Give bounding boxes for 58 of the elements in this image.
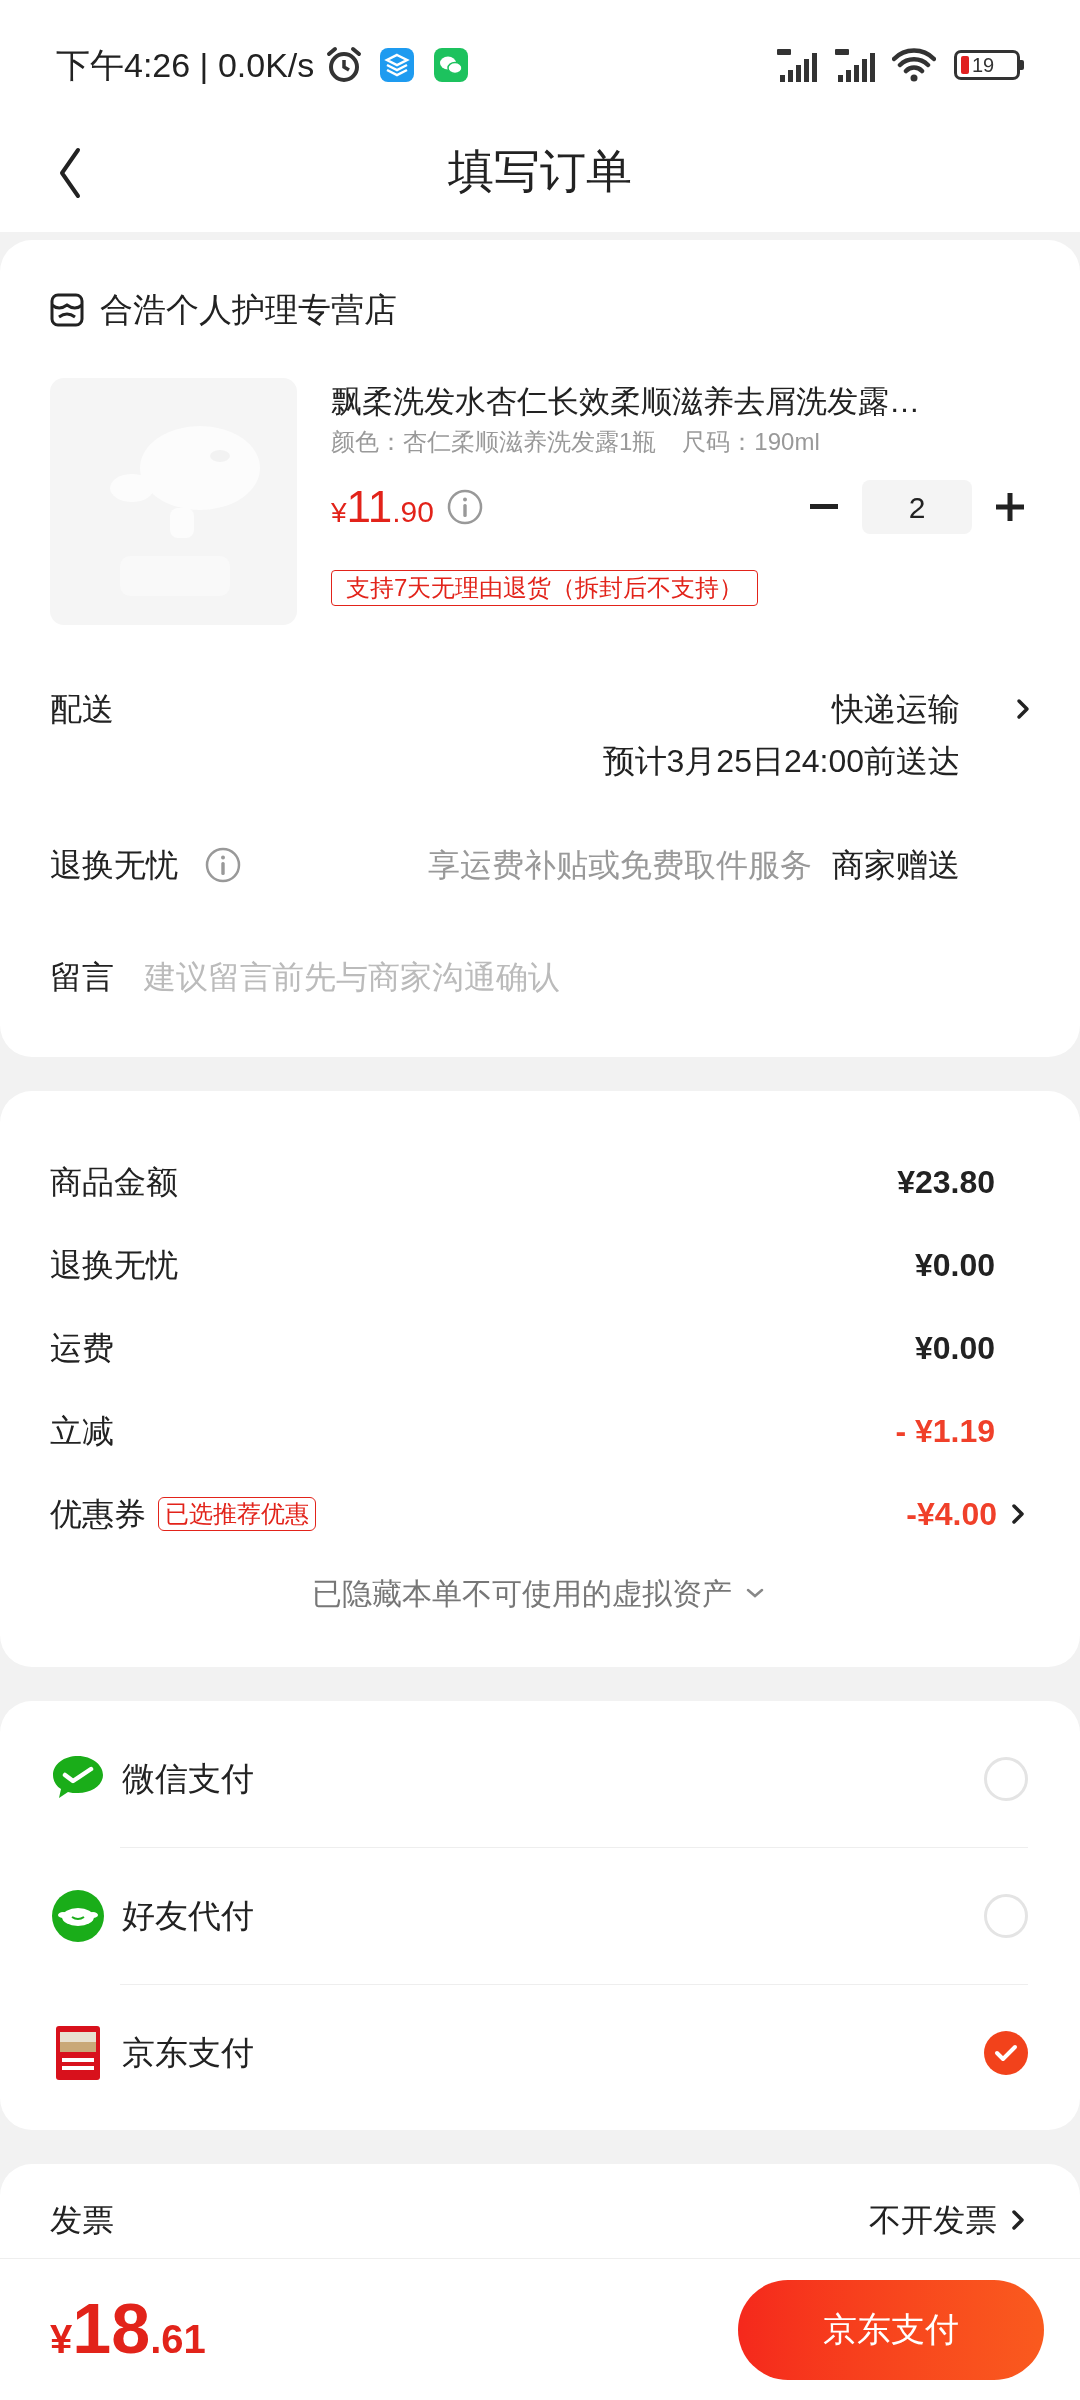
radio-button[interactable] [984,1756,1028,1801]
check-icon [994,2043,1018,2062]
payment-name: 好友代付 [122,1895,254,1936]
cost-value: - ¥1.19 [895,1411,995,1451]
smiling-face-icon [51,1888,105,1943]
payment-card-icon [56,2025,100,2080]
cost-label: 优惠券 [50,1494,146,1534]
status-time: 下午4:26 | 0.0K/s [56,44,315,86]
payment-option[interactable]: 微信支付 [50,1710,1028,1847]
cost-value: -¥4.00 [906,1494,997,1534]
message-field[interactable]: 建议留言前先与商家沟通确认 [144,953,1030,1001]
info-icon [446,488,484,526]
cost-label: 退换无忧 [50,1245,178,1285]
info-icon [204,846,242,884]
cost-label: 商品金额 [50,1162,178,1202]
return-service-label: 退换无忧 [50,846,178,885]
invoice-value[interactable]: 不开发票 [869,2196,997,2244]
payment-option[interactable]: 好友代付 [50,1847,1028,1984]
total-price: ¥18.61 [50,2289,206,2370]
delivery-eta: 预计3月25日24:00前送达 [602,742,960,781]
store-icon [50,293,84,327]
wifi-icon [892,47,936,83]
payment-name: 京东支付 [122,2032,254,2073]
cost-value: ¥23.80 [897,1162,995,1202]
delivery-method[interactable]: 快递运输 [832,687,960,731]
quantity-field[interactable]: 2 [862,480,972,534]
chevron-right-icon [1016,697,1030,721]
payment-option[interactable]: 京东支付 [50,1984,1028,2121]
cost-label: 立减 [50,1411,114,1451]
plus-icon [996,493,1024,521]
minus-icon [810,504,838,510]
return-service-description: 享运费补贴或免费取件服务 [428,846,812,885]
cost-label: 运费 [50,1328,114,1368]
product-title: 飘柔洗发水杏仁长效柔顺滋养去屑洗发露… [331,383,921,421]
radio-button[interactable] [984,1893,1028,1938]
cost-value: ¥0.00 [914,1328,995,1368]
chevron-right-icon [1011,2208,1025,2232]
delivery-label: 配送 [50,690,114,729]
store-name: 合浩个人护理专营店 [100,290,397,331]
pay-button[interactable]: 京东支付 [738,2279,1044,2380]
return-service-value: 商家赠送 [832,846,960,885]
hidden-assets-note[interactable]: 已隐藏本单不可使用的虚拟资产 [311,1570,732,1616]
payment-name: 微信支付 [122,1758,254,1799]
return-policy-tag: 支持7天无理由退货（拆封后不支持） [331,570,759,606]
radio-button[interactable] [984,2030,1028,2075]
back-icon [58,147,82,199]
layers-app-icon [380,48,415,82]
page-title: 填写订单 [448,143,632,199]
product-spec: 尺码：190ml [682,427,820,457]
coupon-badge: 已选推荐优惠 [158,1496,316,1531]
invoice-label: 发票 [50,2201,114,2240]
caret-down-icon [745,1588,764,1598]
cost-value: ¥0.00 [914,1245,995,1285]
message-label: 留言 [50,958,114,997]
chat-app-icon [434,48,469,82]
product-spec: 颜色：杏仁柔顺滋养洗发露1瓶 [331,427,657,457]
chevron-right-icon [1011,1501,1025,1526]
product-price: ¥11.90 [331,481,434,533]
